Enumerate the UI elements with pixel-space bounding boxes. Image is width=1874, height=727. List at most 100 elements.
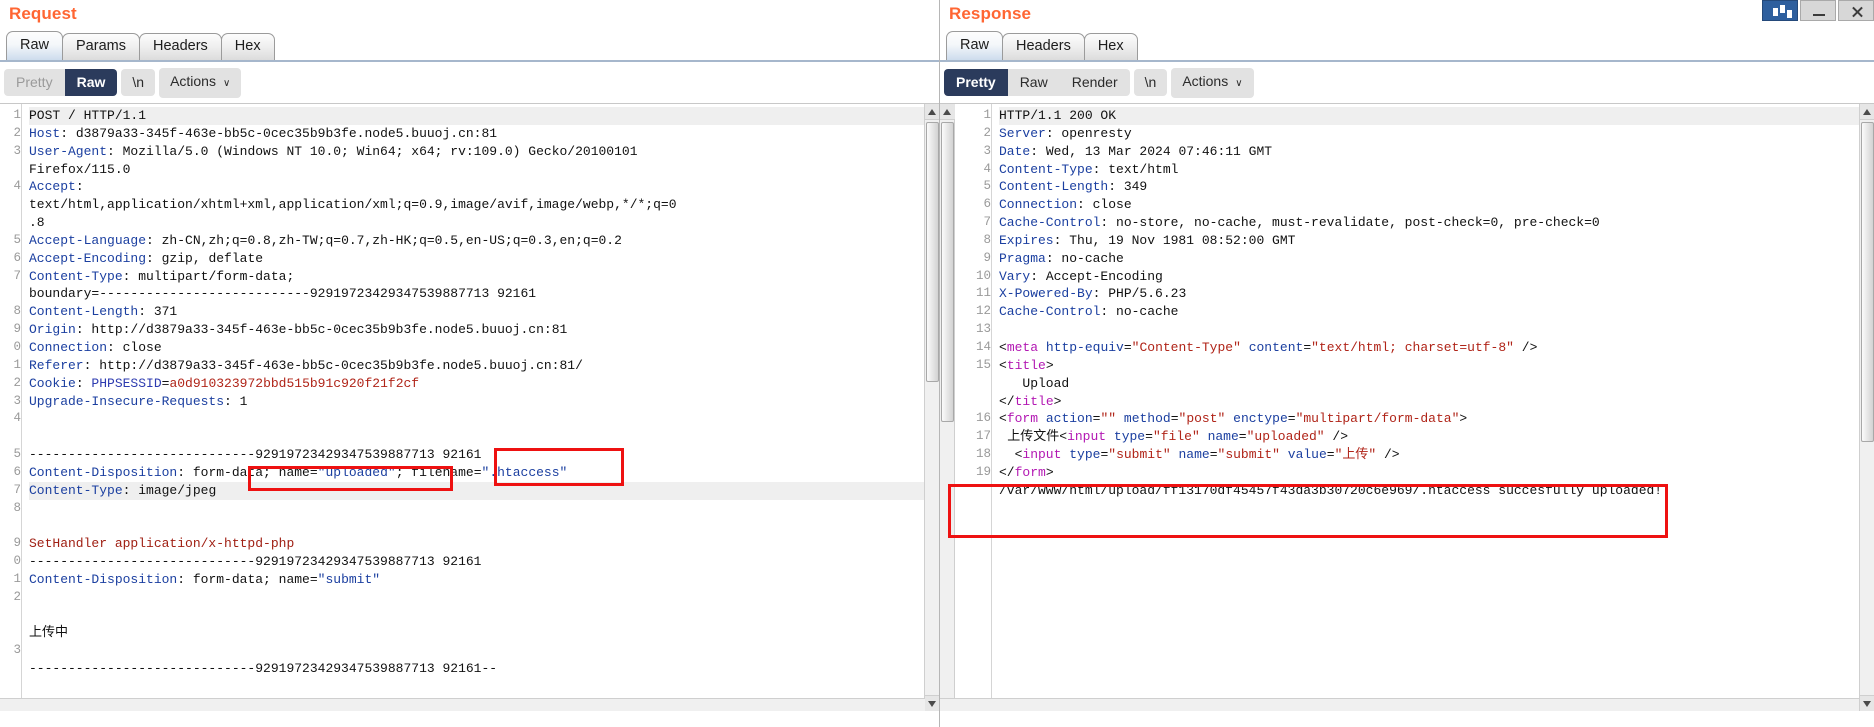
code-token: : close [107,339,162,355]
code-token: : [75,179,84,195]
code-line: Host: d3879a33-345f-463e-bb5c-0cec35b9b3… [29,125,939,143]
response-mode-raw[interactable]: Raw [1007,69,1060,96]
code-token: : Thu, 19 Nov 1981 08:52:00 GMT [1053,232,1296,248]
request-tab-headers[interactable]: Headers [138,33,222,60]
response-horizontal-scrollbar[interactable] [940,698,1859,711]
response-view-mode-group[interactable]: Pretty Raw Render [944,69,1130,96]
code-token: "上传" [1334,447,1377,463]
code-line: Content-Type: text/html [999,161,1874,179]
close-icon[interactable] [1838,0,1874,21]
response-left-scrollbar[interactable] [940,104,955,711]
line-number [0,517,21,535]
request-code-area[interactable]: 1 2 3 4 5 6 7 8 9 0 1 2 3 4 5 6 7 8 9 0 1 2 3 POST / HTTP/1.1 H… [0,104,939,711]
code-token: -----------------------------92919723429… [29,554,482,570]
code-token: </ [999,464,1015,480]
line-number: 5 [983,179,991,194]
code-line: Vary: Accept-Encoding [999,268,1874,286]
line-number: 6 [13,250,21,265]
response-actions-label: Actions [1182,72,1229,89]
request-view-mode-group[interactable]: Pretty Raw [4,69,118,96]
request-tab-params[interactable]: Params [62,33,140,60]
code-token: : Accept-Encoding [1030,268,1163,284]
request-vertical-scrollbar[interactable] [924,104,939,711]
line-number: 14 [975,339,991,354]
scroll-down-icon[interactable] [925,695,939,711]
line-number: 8 [983,232,991,247]
code-line: Accept: [29,178,939,196]
line-number: 4 [13,411,21,426]
line-number: 4 [13,179,21,194]
scroll-up-icon[interactable] [925,104,939,120]
code-line: Upload [999,375,1874,393]
code-token: < [999,411,1007,427]
scroll-up-icon[interactable] [1860,104,1874,120]
code-line: 上传中 [29,624,939,642]
code-token: "post" [1178,411,1226,427]
code-line: boundary=---------------------------9291… [29,285,939,303]
request-tab-hex[interactable]: Hex [220,33,275,60]
response-panel-title: Response [949,4,1032,23]
response-tab-raw[interactable]: Raw [946,31,1004,60]
code-token: -----------------------------92919723429… [29,447,482,463]
response-tab-headers[interactable]: Headers [1002,33,1085,60]
restore-icon[interactable] [1762,0,1798,21]
response-vertical-scrollbar[interactable] [1859,104,1874,711]
minimize-icon[interactable] [1800,0,1836,21]
code-token: PHPSESSID [91,375,162,391]
request-actions-button[interactable]: Actions ∨ [159,67,242,98]
response-mode-pretty[interactable]: Pretty [944,69,1008,96]
code-token: Upgrade-Insecure-Requests [29,393,225,409]
request-mode-raw[interactable]: Raw [64,69,118,96]
code-token: Content-Disposition [29,464,178,480]
response-code-area[interactable]: 1 2 3 4 5 6 7 8 9 10 11 12 13 14 15 16 17 18 19 HTTP/1.1 2… [940,104,1874,711]
response-newline-button[interactable]: \n [1133,69,1168,96]
response-toolbar: Pretty Raw Render \n Actions ∨ [940,62,1874,104]
request-panel-title: Request [9,4,77,23]
line-number [0,428,21,446]
line-number: 18 [975,447,991,462]
request-horizontal-scrollbar[interactable] [0,698,925,711]
code-token: : no-store, no-cache, must-revalidate, p… [1100,215,1600,231]
scroll-down-icon[interactable] [1860,695,1874,711]
code-token: a0d910323972bbd515b91c920f21f2cf [169,375,420,391]
request-newline-button[interactable]: \n [121,69,156,96]
response-mode-render[interactable]: Render [1059,69,1130,96]
chevron-down-icon: ∨ [222,77,231,89]
code-line: Pragma: no-cache [999,250,1874,268]
window-controls[interactable] [1760,0,1874,21]
line-number: 9 [13,322,21,337]
scroll-up-icon[interactable] [940,104,955,120]
code-line: Connection: close [29,339,939,357]
code-token: /var/www/html/upload/ff13170df45457f43da… [999,482,1663,498]
code-token: 上传文件 [999,429,1060,445]
line-number: 6 [983,197,991,212]
code-line: Content-Type: multipart/form-data; [29,268,939,286]
code-line: Accept-Encoding: gzip, deflate [29,250,939,268]
code-line: text/html,application/xhtml+xml,applicat… [29,196,939,214]
code-token: : image/jpeg [122,482,217,498]
request-code-text[interactable]: POST / HTTP/1.1 Host: d3879a33-345f-463e-… [22,104,939,711]
request-scroll-thumb[interactable] [926,122,939,382]
code-line: Referer: http://d3879a33-345f-463e-bb5c-… [29,357,939,375]
response-actions-button[interactable]: Actions ∨ [1171,67,1254,98]
request-mode-pretty[interactable]: Pretty [4,69,65,96]
response-scroll-thumb[interactable] [1861,122,1874,442]
code-token: enctype [1233,411,1288,427]
line-number [0,624,21,642]
response-tab-hex[interactable]: Hex [1083,33,1138,60]
response-code-text[interactable]: HTTP/1.1 200 OK Server: openresty Date: We… [992,104,1874,711]
request-line-gutter: 1 2 3 4 5 6 7 8 9 0 1 2 3 4 5 6 7 8 9 0 1 2 3 [0,104,22,711]
line-number: 12 [975,304,991,319]
request-panel: Request Raw Params Headers Hex Pretty Raw \n… [0,0,940,727]
code-token: "multipart/form-data" [1295,411,1460,427]
response-left-scroll-thumb[interactable] [941,122,954,422]
request-tab-raw[interactable]: Raw [6,31,64,60]
code-token: : multipart/form-data; [122,268,295,284]
request-tabstrip: Raw Params Headers Hex [0,31,939,62]
line-number: 7 [983,215,991,230]
code-token: input [1022,447,1062,463]
code-token: POST / HTTP/1.1 [29,108,147,123]
